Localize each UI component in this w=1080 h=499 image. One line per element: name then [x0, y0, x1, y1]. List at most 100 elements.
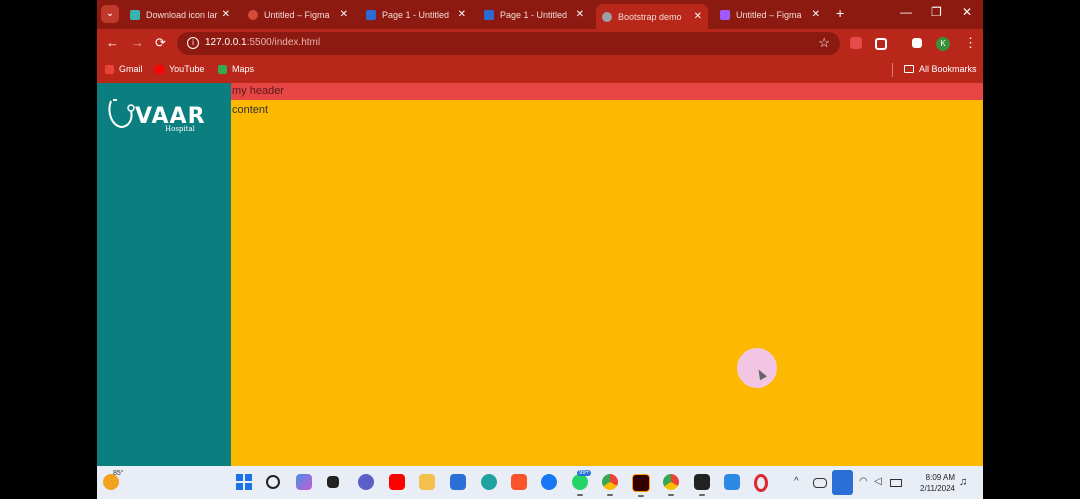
temperature: 85°	[113, 470, 124, 477]
tab-favicon-icon	[248, 9, 258, 20]
tab-5[interactable]: Untitled – Figma ✕	[714, 4, 826, 25]
hospital-logo: VAAR Hospital	[107, 97, 207, 135]
minimize-button[interactable]: —	[900, 5, 912, 19]
tab-0[interactable]: Download icon lar ✕	[124, 4, 236, 25]
tab-close-icon[interactable]: ✕	[694, 11, 702, 22]
chrome-profile-icon[interactable]	[602, 474, 618, 496]
address-bar[interactable]: i 127.0.0.1:5500/index.html ☆	[177, 32, 840, 55]
youtube-app-icon[interactable]	[389, 474, 405, 490]
chrome-icon[interactable]	[663, 474, 679, 496]
edge-icon[interactable]	[481, 474, 497, 490]
stethoscope-icon	[108, 99, 135, 129]
tab-strip: ⌄ Download icon lar ✕ Untitled – Figma ✕…	[97, 0, 983, 29]
illustrator-icon[interactable]	[632, 474, 650, 497]
terminal-icon[interactable]	[694, 474, 710, 496]
tab-title: Untitled – Figma	[736, 9, 802, 20]
tab-4-active[interactable]: Bootstrap demo ✕	[596, 4, 708, 29]
bookmark-label: YouTube	[169, 64, 205, 74]
browser-toolbar: ← → ⟳ i 127.0.0.1:5500/index.html ☆ ⋮	[97, 29, 983, 58]
search-icon[interactable]	[266, 475, 280, 489]
close-window-button[interactable]: ✕	[962, 5, 972, 19]
microsoft-store-icon[interactable]	[450, 474, 466, 490]
web-page: VAAR Hospital my header content	[97, 83, 983, 466]
side-panel-icon[interactable]	[912, 38, 922, 48]
gmail-icon	[105, 64, 114, 74]
tab-title: Page 1 - Untitled	[500, 9, 568, 20]
microphone-icon[interactable]	[832, 470, 853, 495]
volume-icon[interactable]: ◁	[874, 476, 882, 487]
restore-button[interactable]: ❐	[931, 5, 942, 19]
logo-subtitle: Hospital	[165, 125, 195, 133]
url-host: 127.0.0.1	[205, 37, 247, 48]
whatsapp-icon[interactable]	[572, 474, 588, 496]
folder-icon	[904, 65, 914, 73]
back-button[interactable]: ←	[106, 35, 119, 50]
wifi-icon[interactable]: ◠	[859, 476, 868, 487]
chrome-menu-icon[interactable]: ⋮	[964, 35, 977, 51]
onedrive-icon[interactable]	[813, 478, 827, 488]
whatsapp-badge: 99+	[577, 470, 592, 476]
sidebar: VAAR Hospital	[97, 83, 231, 466]
all-bookmarks-button[interactable]: All Bookmarks	[904, 64, 977, 74]
clock-date: 2/11/2024	[920, 484, 955, 493]
bookmark-star-icon[interactable]: ☆	[818, 35, 830, 51]
page-header: my header	[231, 83, 983, 100]
tab-favicon-icon	[602, 11, 612, 22]
clock[interactable]: 8:09 AM 2/11/2024	[909, 472, 955, 494]
extensions-puzzle-icon[interactable]	[875, 38, 887, 50]
reload-button[interactable]: ⟳	[155, 35, 166, 51]
tab-3[interactable]: Page 1 - Untitled ✕	[478, 4, 590, 25]
tab-close-icon[interactable]: ✕	[340, 9, 348, 20]
tab-favicon-icon	[130, 9, 140, 20]
windows-taskbar: 85° 99+ ^ ◠ ◁ 8:09 AM 2/11/2024 ♫	[97, 466, 983, 499]
tab-close-icon[interactable]: ✕	[812, 9, 820, 20]
all-bookmarks-label: All Bookmarks	[919, 64, 977, 74]
bookmark-label: Gmail	[119, 64, 143, 74]
bookmark-youtube[interactable]: YouTube	[155, 64, 204, 74]
tab-search-button[interactable]: ⌄	[101, 5, 119, 23]
main-area: my header content	[231, 83, 983, 466]
brave-icon[interactable]	[511, 474, 527, 490]
bookmark-gmail[interactable]: Gmail	[105, 64, 143, 74]
new-tab-button[interactable]: +	[836, 5, 844, 21]
content-text: content	[232, 104, 269, 116]
bookmark-maps[interactable]: Maps	[218, 64, 254, 74]
opera-icon[interactable]	[754, 474, 768, 492]
copilot-icon[interactable]	[296, 474, 312, 490]
clock-time: 8:09 AM	[925, 473, 955, 482]
tab-1[interactable]: Untitled – Figma ✕	[242, 4, 354, 25]
tab-close-icon[interactable]: ✕	[222, 9, 230, 20]
windows-start-icon[interactable]	[236, 474, 252, 490]
screen: ⌄ Download icon lar ✕ Untitled – Figma ✕…	[97, 0, 983, 499]
url-text[interactable]: 127.0.0.1:5500/index.html	[205, 37, 320, 48]
maps-icon	[218, 64, 227, 74]
teams-chat-icon[interactable]	[358, 474, 374, 490]
file-explorer-icon[interactable]	[419, 474, 435, 490]
facebook-icon[interactable]	[541, 474, 557, 490]
tab-title: Download icon lar	[146, 9, 218, 20]
profile-avatar[interactable]: K	[936, 37, 950, 51]
tab-favicon-icon	[484, 9, 494, 20]
tab-2[interactable]: Page 1 - Untitled ✕	[360, 4, 472, 25]
bookmarks-bar: Gmail YouTube Maps All Bookmarks	[97, 58, 983, 83]
notification-bell-icon[interactable]: ♫	[959, 476, 967, 488]
vscode-icon[interactable]	[724, 474, 740, 490]
tab-favicon-icon	[720, 9, 730, 20]
battery-icon[interactable]	[890, 479, 902, 487]
tab-title: Untitled – Figma	[264, 9, 330, 20]
site-info-icon[interactable]: i	[187, 37, 199, 49]
tab-favicon-icon	[366, 9, 376, 20]
tab-title: Bootstrap demo	[618, 11, 682, 22]
task-view-icon[interactable]	[327, 476, 339, 488]
url-path: :5500/index.html	[246, 37, 321, 48]
header-text: my header	[232, 85, 284, 97]
tab-close-icon[interactable]: ✕	[576, 9, 584, 20]
extension-icon[interactable]	[850, 37, 862, 49]
tray-overflow-icon[interactable]: ^	[794, 476, 799, 487]
tab-title: Page 1 - Untitled	[382, 9, 450, 20]
forward-button[interactable]: →	[131, 35, 144, 50]
tab-close-icon[interactable]: ✕	[458, 9, 466, 20]
bookmark-label: Maps	[232, 64, 255, 74]
youtube-icon	[155, 64, 164, 74]
bookmarks-separator	[892, 63, 893, 77]
